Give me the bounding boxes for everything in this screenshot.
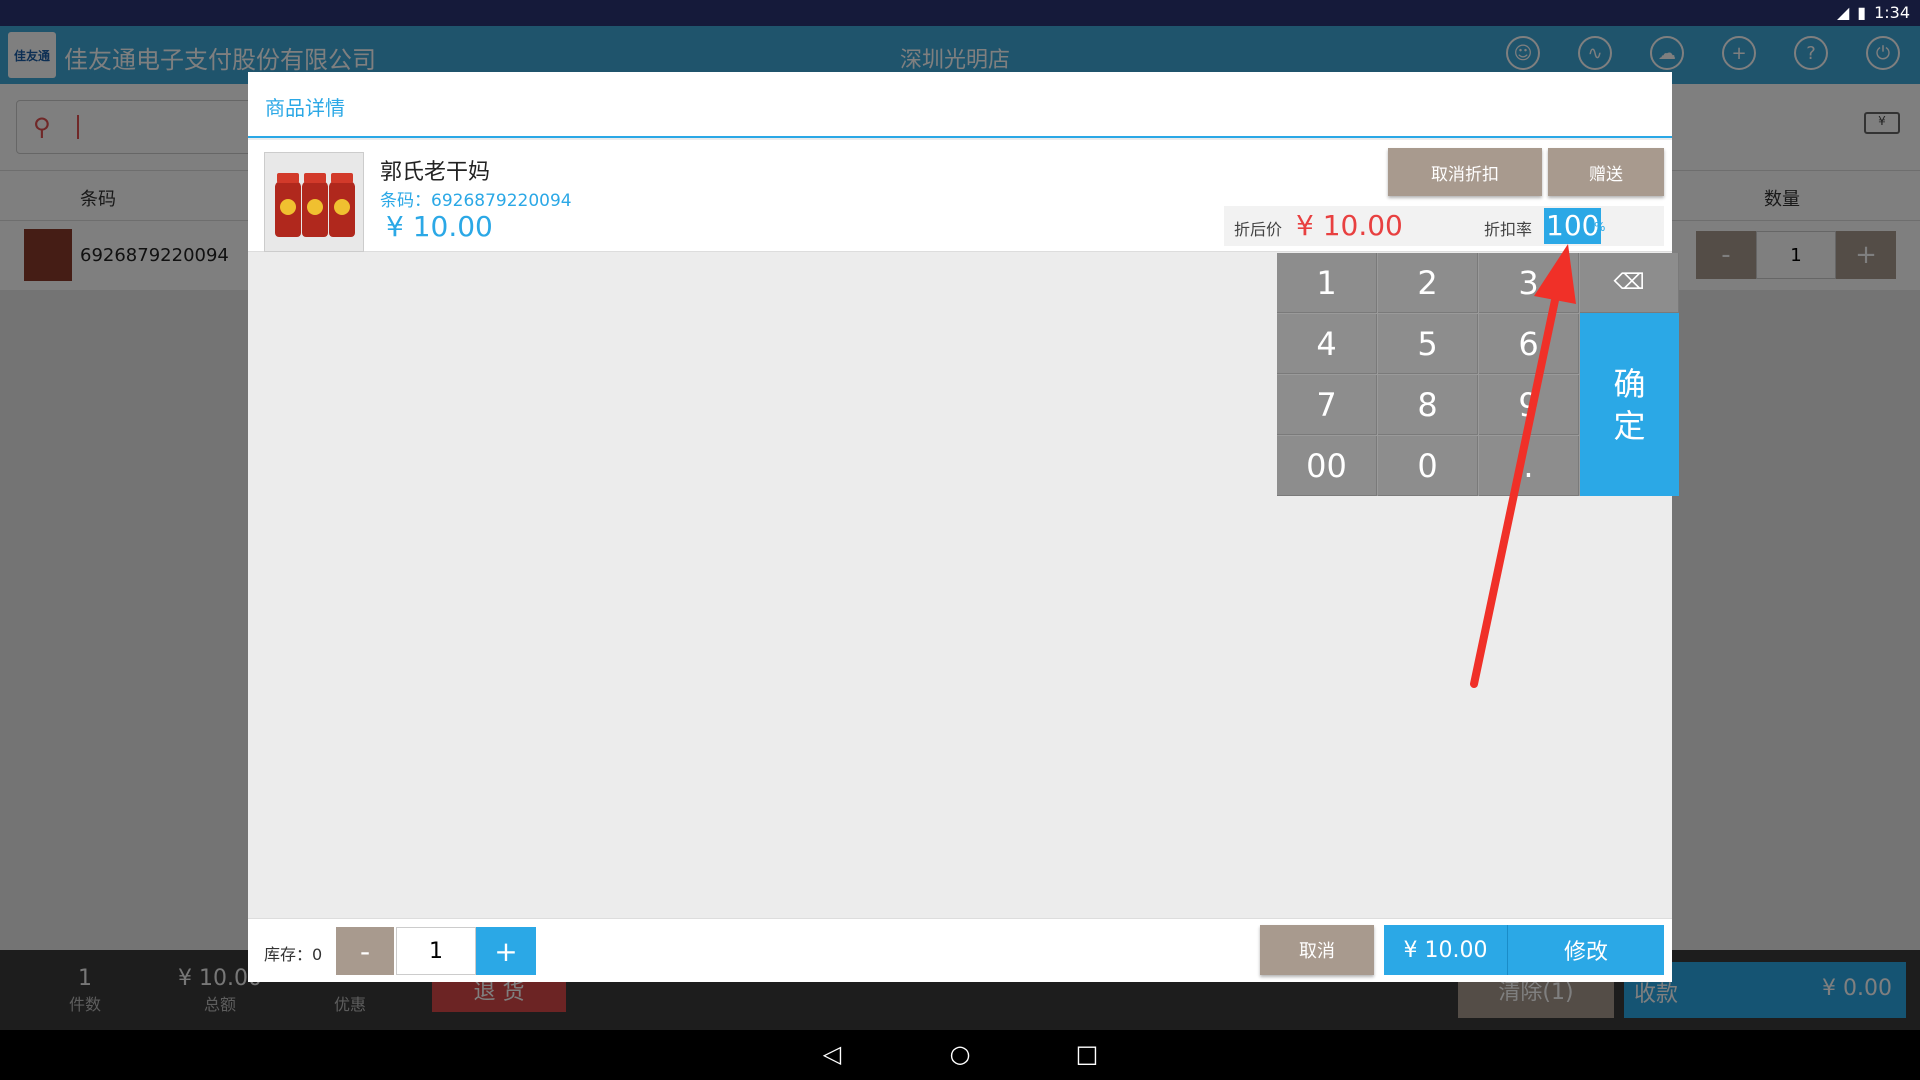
key-1[interactable]: 1 <box>1277 253 1377 313</box>
key-7[interactable]: 7 <box>1277 375 1377 435</box>
qty-plus-button[interactable]: + <box>476 927 536 975</box>
back-icon[interactable]: ◁ <box>812 1040 852 1068</box>
key-0[interactable]: 0 <box>1378 436 1478 496</box>
stock-label: 库存：0 <box>264 945 323 964</box>
dialog-title: 商品详情 <box>265 96 345 120</box>
product-detail-dialog: 商品详情 郭氏老干妈 条码：6926879220094 ¥ 10.00 取消折扣… <box>248 72 1672 982</box>
key-3[interactable]: 3 <box>1479 253 1579 313</box>
key-dot[interactable]: . <box>1479 436 1579 496</box>
modify-label: 修改 <box>1563 940 1608 965</box>
dialog-footer: 库存：0 - 1 + 取消 ¥ 10.00 修改 <box>248 918 1672 982</box>
backspace-icon[interactable]: ⌫ <box>1580 253 1679 313</box>
key-9[interactable]: 9 <box>1479 375 1579 435</box>
key-5[interactable]: 5 <box>1378 314 1478 374</box>
key-4[interactable]: 4 <box>1277 314 1377 374</box>
recents-icon[interactable]: □ <box>1067 1040 1107 1068</box>
percent-sign: % <box>1594 220 1606 234</box>
key-00[interactable]: 00 <box>1277 436 1377 496</box>
qty-minus-button[interactable]: - <box>336 927 394 975</box>
qty-input[interactable]: 1 <box>396 927 476 975</box>
product-name: 郭氏老干妈 <box>380 160 491 185</box>
key-8[interactable]: 8 <box>1378 375 1478 435</box>
cancel-discount-button[interactable]: 取消折扣 <box>1388 148 1542 196</box>
discount-row: 折后价 ¥ 10.00 折扣率 100 % <box>1224 206 1664 246</box>
clock: 1:34 <box>1874 3 1910 22</box>
keypad-ok-button[interactable]: 确定 <box>1580 313 1679 496</box>
discounted-price-value[interactable]: ¥ 10.00 <box>1296 209 1403 242</box>
key-6[interactable]: 6 <box>1479 314 1579 374</box>
key-2[interactable]: 2 <box>1378 253 1478 313</box>
product-price: ¥ 10.00 <box>386 210 493 243</box>
product-barcode: 条码：6926879220094 <box>380 191 572 211</box>
product-image <box>264 152 364 252</box>
cancel-button[interactable]: 取消 <box>1260 925 1374 975</box>
signal-icon: ◢ <box>1836 3 1850 22</box>
discounted-price-label: 折后价 <box>1234 220 1283 239</box>
confirm-price: ¥ 10.00 <box>1384 925 1508 975</box>
discount-rate-input[interactable]: 100 <box>1544 208 1602 244</box>
gift-button[interactable]: 赠送 <box>1548 148 1664 196</box>
status-bar: ◢ ▮ 1:34 <box>0 0 1920 26</box>
numeric-keypad: 1 2 3 ⌫ 4 5 6 7 8 9 00 0 . 确定 <box>1277 253 1679 496</box>
battery-icon: ▮ <box>1857 3 1867 22</box>
home-icon[interactable]: ○ <box>940 1040 980 1068</box>
system-nav-bar: ◁ ○ □ <box>0 1030 1920 1080</box>
discount-rate-label: 折扣率 <box>1484 220 1533 239</box>
modify-button[interactable]: ¥ 10.00 修改 <box>1384 925 1664 975</box>
dialog-header: 商品详情 <box>248 72 1672 138</box>
